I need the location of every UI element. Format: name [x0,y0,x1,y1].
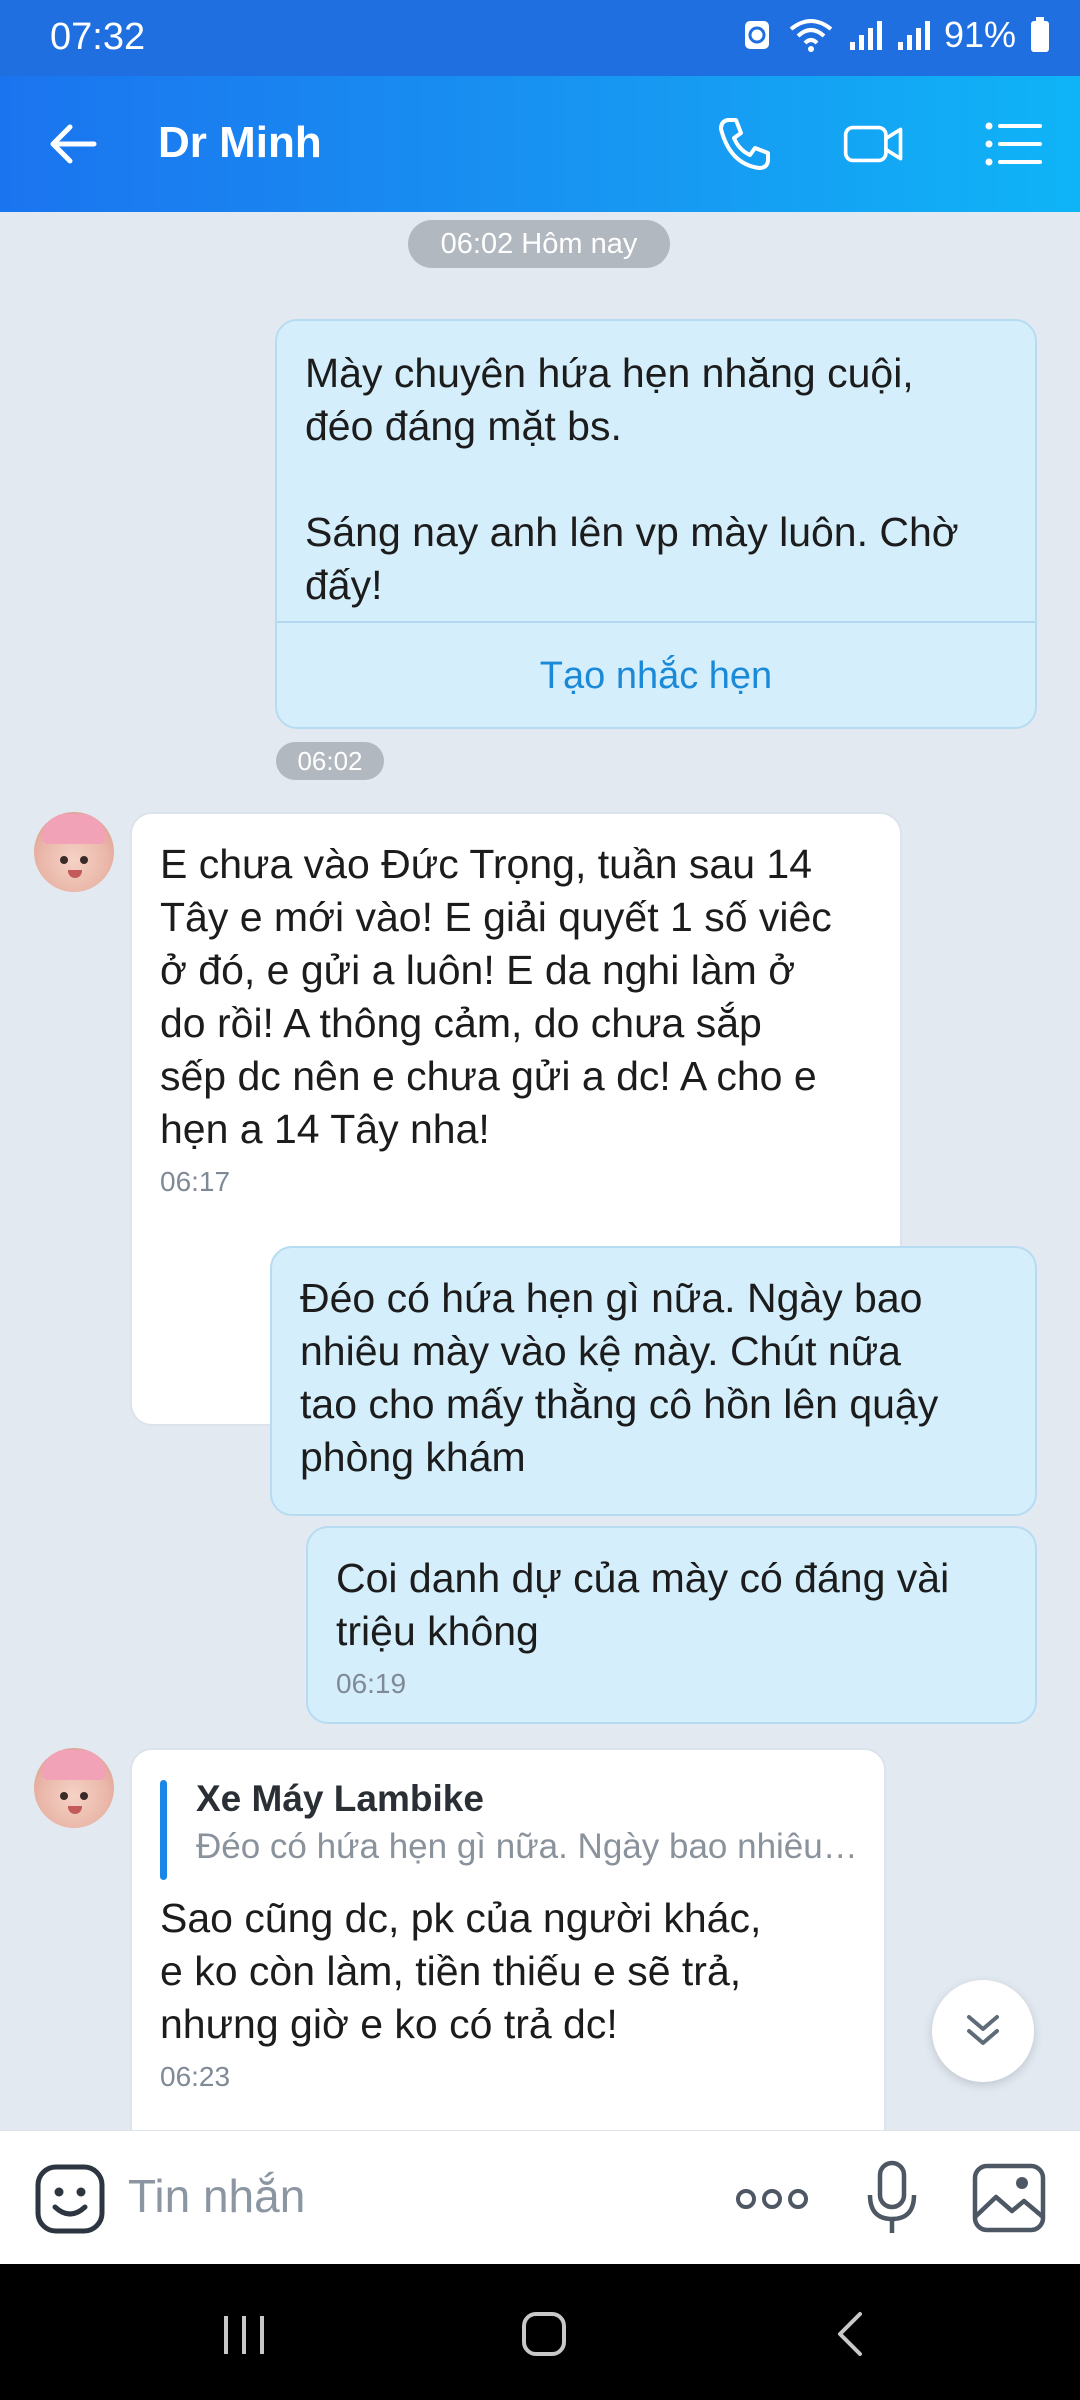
avatar[interactable] [34,1748,114,1828]
chevron-double-down-icon [967,2015,999,2045]
message-time: 06:23 [160,2061,231,2092]
home-icon[interactable] [514,2304,574,2364]
signal-icon-2 [897,21,930,50]
time-separator: 06:02 [276,742,384,780]
battery-icon [1031,17,1049,52]
quote-text: Đéo có hứa hẹn gì nữa. Ngày bao nhiêu… [196,1827,858,1866]
signal-icon [849,21,882,50]
message-text: Đéo có hứa hẹn gì nữa. Ngày bao nhiêu mà… [300,1275,939,1480]
status-bar: 07:32 91% [0,0,1080,76]
message-text: E chưa vào Đức Trọng, tuần sau 14 Tây e … [160,841,832,1152]
message-time: 06:19 [336,1668,407,1699]
chat-header: Dr Minh [0,76,1080,212]
video-camera-icon[interactable] [842,112,906,176]
status-time: 07:32 [50,16,146,58]
scroll-to-bottom-button[interactable] [932,1980,1034,2082]
message-bubble-outgoing[interactable]: Coi danh dự của mày có đáng vài triệu kh… [306,1526,1037,1724]
image-icon[interactable] [972,2163,1046,2233]
message-input[interactable]: Tin nhắn [128,2169,305,2223]
recent-apps-icon[interactable] [214,2304,274,2364]
message-list[interactable]: 06:02 Hôm nay Mày chuyên hứa hẹn nhăng c… [0,212,1080,2130]
phone-icon[interactable] [712,112,776,176]
message-composer: Tin nhắn [0,2130,1080,2264]
reply-quote[interactable]: Xe Máy Lambike Đéo có hứa hẹn gì nữa. Ng… [160,1776,858,1880]
avatar[interactable] [34,812,114,892]
create-reminder-button[interactable]: Tạo nhắc hẹn [277,623,1035,729]
message-text: Mày chuyên hứa hẹn nhăng cuội, đéo đáng … [305,350,959,608]
emoji-icon[interactable] [34,2163,106,2235]
list-icon[interactable] [982,112,1046,176]
message-text: Sao cũng dc, pk của người khác, e ko còn… [160,1895,762,2047]
back-nav-icon[interactable] [820,2304,880,2364]
message-bubble-outgoing[interactable]: Mày chuyên hứa hẹn nhăng cuội, đéo đáng … [275,319,1037,729]
quote-author: Xe Máy Lambike [196,1778,484,1819]
system-nav-bar [0,2264,1080,2400]
quote-bar [160,1780,167,1880]
date-separator: 06:02 Hôm nay [408,220,670,268]
message-text: Coi danh dự của mày có đáng vài triệu kh… [336,1555,950,1654]
message-time: 06:17 [160,1166,231,1197]
arrow-left-icon[interactable] [44,114,104,174]
message-bubble-incoming[interactable]: Xe Máy Lambike Đéo có hứa hẹn gì nữa. Ng… [130,1748,886,2130]
status-icons: 91% [740,14,1050,56]
message-bubble-outgoing[interactable]: Đéo có hứa hẹn gì nữa. Ngày bao nhiêu mà… [270,1246,1037,1516]
sync-icon [744,21,769,49]
wifi-icon [789,19,833,52]
battery-percent: 91% [943,14,1016,55]
more-dots-icon[interactable] [734,2179,810,2219]
contact-name[interactable]: Dr Minh [158,118,322,168]
microphone-icon[interactable] [864,2159,920,2239]
